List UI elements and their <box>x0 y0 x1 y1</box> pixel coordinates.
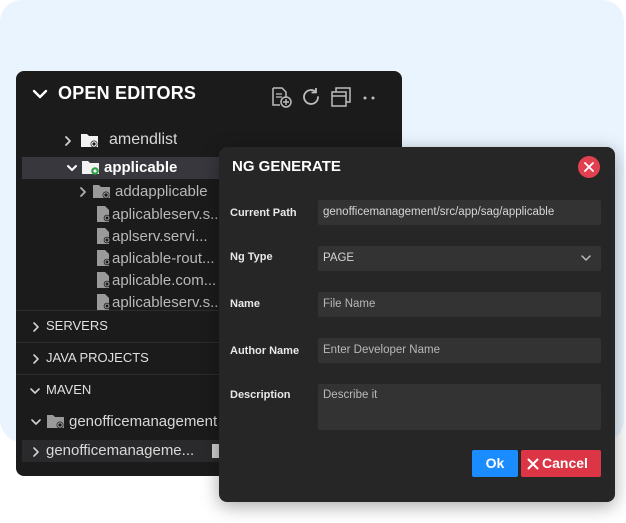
tree-item-label: genofficemanagement <box>69 413 218 430</box>
file-icon <box>97 206 111 222</box>
chevron-down-icon <box>31 419 41 425</box>
chevron-right-icon <box>33 322 39 332</box>
section-label: SERVERS <box>46 318 108 333</box>
chevron-down-icon <box>30 388 40 394</box>
author-name-input[interactable]: Enter Developer Name <box>318 338 601 363</box>
open-editors-title: OPEN EDITORS <box>58 83 197 103</box>
tree-item-label: aplicable.com... <box>112 272 217 289</box>
chevron-down-icon <box>581 255 591 261</box>
description-label: Description <box>230 389 291 401</box>
dialog-title: NG GENERATE <box>232 158 341 175</box>
tree-item-label: genofficemanageme... <box>46 442 195 459</box>
new-file-icon[interactable] <box>270 86 292 108</box>
ok-button[interactable]: Ok <box>472 450 518 477</box>
file-icon <box>97 294 111 310</box>
refresh-icon[interactable] <box>300 86 322 108</box>
more-icon[interactable] <box>359 86 381 108</box>
chevron-down-icon <box>67 165 77 171</box>
folder-icon <box>93 185 110 199</box>
tree-item-label: aplserv.servi... <box>112 228 208 245</box>
folder-icon <box>47 415 64 429</box>
cancel-label: Cancel <box>542 455 588 471</box>
tree-item-label: addapplicable <box>115 183 208 200</box>
current-path-label: Current Path <box>230 207 297 219</box>
chevron-right-icon <box>33 354 39 364</box>
cancel-button[interactable]: Cancel <box>521 450 601 477</box>
current-path-value: genofficemanagement/src/app/sag/applicab… <box>323 206 555 218</box>
description-placeholder: Describe it <box>323 389 378 401</box>
tree-item-label: aplicable-rout... <box>112 250 215 267</box>
author-name-placeholder: Enter Developer Name <box>323 344 440 356</box>
chevron-down-icon <box>32 89 48 99</box>
chevron-right-icon <box>80 187 86 197</box>
section-label: JAVA PROJECTS <box>46 350 149 365</box>
tree-item-label: aplicableserv.s... <box>112 294 223 311</box>
name-input[interactable]: File Name <box>318 292 601 317</box>
chevron-right-icon <box>65 136 71 146</box>
section-label: MAVEN <box>46 382 92 397</box>
tree-item-label: amendlist <box>109 131 178 148</box>
name-placeholder: File Name <box>323 298 376 310</box>
current-path-field[interactable]: genofficemanagement/src/app/sag/applicab… <box>318 200 601 225</box>
name-label: Name <box>230 298 260 310</box>
close-icon <box>527 458 539 470</box>
file-icon <box>97 250 111 266</box>
file-icon <box>97 272 111 288</box>
ng-type-label: Ng Type <box>230 251 273 263</box>
folder-icon <box>81 134 98 148</box>
collapse-all-icon[interactable] <box>330 86 352 108</box>
tree-item-label: aplicableserv.s... <box>112 206 223 223</box>
chevron-right-icon <box>33 447 39 457</box>
close-icon <box>584 162 594 172</box>
open-editors-header[interactable]: OPEN EDITORS <box>16 71 402 117</box>
folder-icon <box>82 161 99 175</box>
tree-item-label: applicable <box>104 159 178 176</box>
author-name-label: Author Name <box>230 345 300 357</box>
ng-type-select[interactable]: PAGE <box>318 246 601 271</box>
ng-generate-dialog: NG GENERATE Current Path genofficemanage… <box>219 147 615 502</box>
ng-type-value: PAGE <box>323 252 355 264</box>
file-icon <box>97 228 111 244</box>
close-button[interactable] <box>578 156 600 178</box>
description-textarea[interactable]: Describe it <box>318 384 601 430</box>
